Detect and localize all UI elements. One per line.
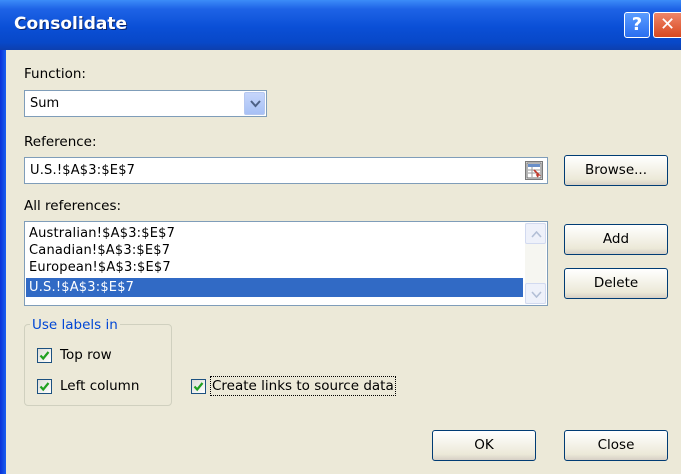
reference-label-text: Reference:	[24, 134, 97, 150]
chevron-down-icon	[531, 291, 542, 298]
add-button[interactable]: Add	[564, 224, 668, 255]
collapse-dialog-button[interactable]	[525, 161, 543, 180]
list-item[interactable]: Australian!$A$3:$E$7	[26, 225, 523, 242]
delete-label: Delete	[593, 275, 639, 291]
dropdown-button[interactable]	[244, 92, 265, 115]
scroll-up-button[interactable]	[525, 223, 546, 244]
consolidate-dialog: Consolidate ? ✕ Function: Sum Reference:…	[0, 0, 681, 474]
list-scrollbar[interactable]	[525, 223, 546, 304]
checkmark-icon	[193, 382, 204, 392]
close-label: Close	[597, 437, 635, 453]
list-item-selected[interactable]: U.S.!$A$3:$E$7	[26, 278, 523, 297]
all-references-label: All references:	[24, 198, 121, 214]
checkmark-icon	[39, 382, 50, 392]
all-references-list[interactable]: Australian!$A$3:$E$7 Canadian!$A$3:$E$7 …	[24, 221, 548, 306]
chevron-up-icon	[531, 231, 542, 238]
ok-label: OK	[474, 437, 494, 453]
all-references-label-text: All references:	[24, 198, 122, 214]
top-row-label[interactable]: Top row	[60, 347, 112, 363]
list-item[interactable]: European!$A$3:$E$7	[26, 259, 523, 276]
checkmark-icon	[39, 351, 50, 361]
function-value: Sum	[30, 96, 60, 111]
reference-label: Reference:	[24, 134, 97, 150]
window-border	[0, 50, 6, 474]
scroll-down-button[interactable]	[525, 283, 546, 304]
list-item[interactable]: Canadian!$A$3:$E$7	[26, 242, 523, 259]
browse-label: Browse...	[584, 162, 648, 178]
range-select-icon	[526, 162, 542, 179]
chevron-down-icon	[250, 100, 261, 108]
title-bar[interactable]: Consolidate ? ✕	[0, 0, 681, 50]
title-close-button[interactable]: ✕	[653, 12, 681, 38]
use-labels-legend: Use labels in	[30, 317, 120, 333]
ok-button[interactable]: OK	[432, 430, 536, 461]
function-select[interactable]: Sum	[24, 90, 267, 117]
delete-button[interactable]: Delete	[564, 268, 668, 299]
function-label-text: Function:	[24, 66, 86, 82]
reference-input[interactable]: U.S.!$A$3:$E$7	[24, 157, 548, 184]
close-button[interactable]: Close	[564, 430, 668, 461]
create-links-checkbox[interactable]	[191, 379, 206, 394]
top-row-checkbox[interactable]	[37, 348, 52, 363]
left-column-checkbox[interactable]	[37, 379, 52, 394]
add-label: Add	[602, 231, 630, 247]
reference-value: U.S.!$A$3:$E$7	[30, 163, 136, 178]
help-button[interactable]: ?	[624, 12, 650, 38]
dialog-title: Consolidate	[14, 14, 128, 34]
help-icon: ?	[631, 14, 643, 35]
function-label: Function:	[24, 66, 86, 82]
browse-button[interactable]: Browse...	[564, 155, 668, 186]
close-icon: ✕	[659, 14, 676, 35]
left-column-label[interactable]: Left column	[60, 378, 139, 394]
create-links-label[interactable]: Create links to source data	[210, 376, 396, 396]
